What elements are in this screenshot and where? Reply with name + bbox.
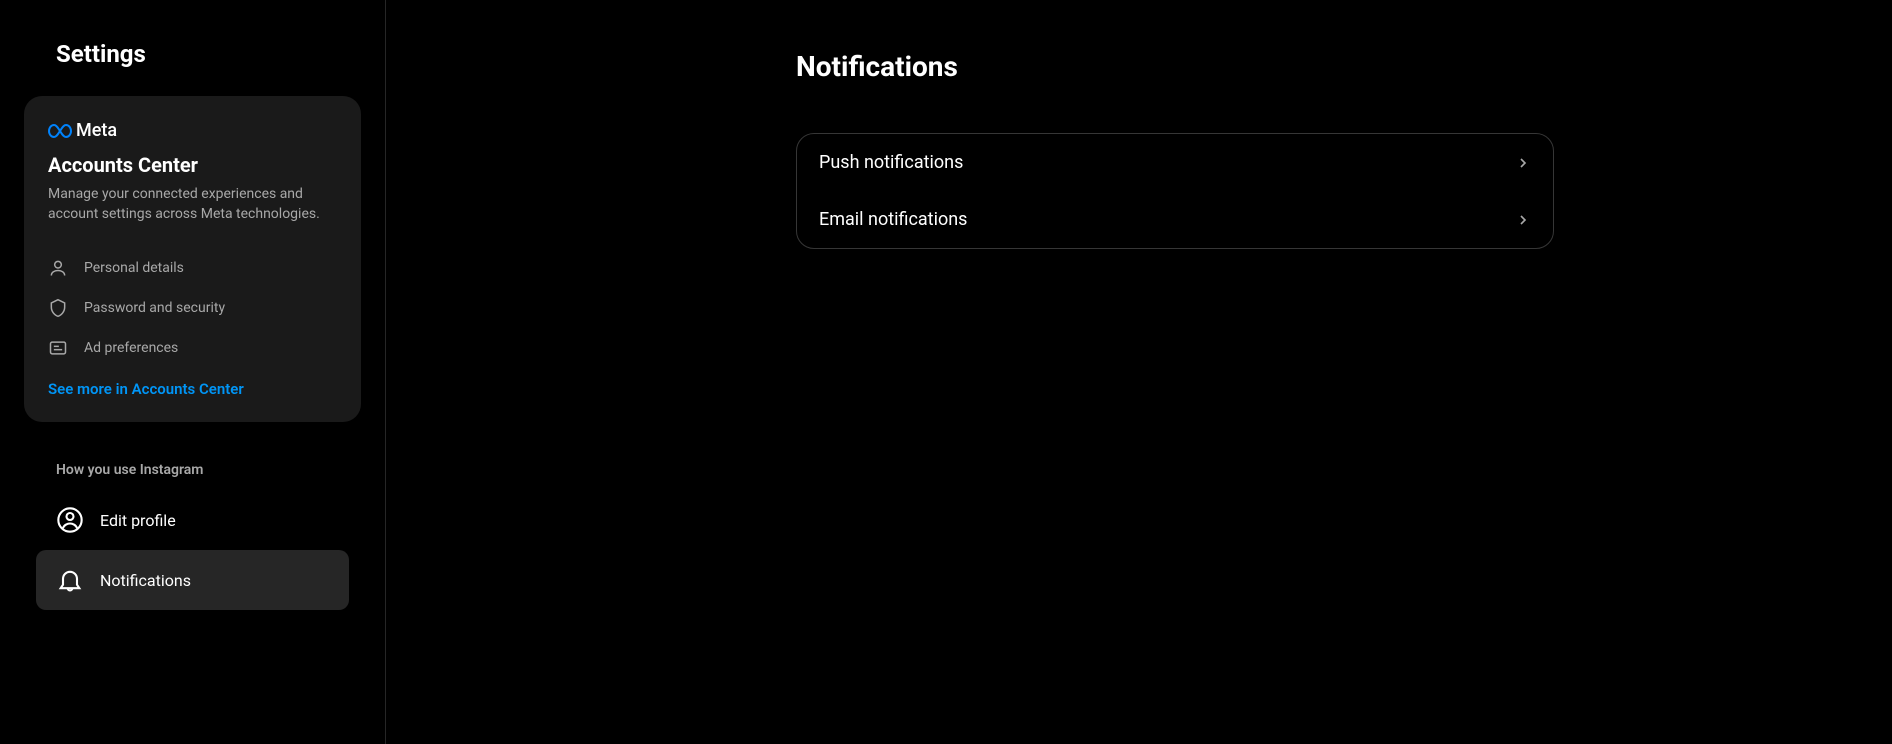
section-header-how-you-use: How you use Instagram: [24, 446, 361, 490]
notifications-options-card: Push notifications Email notifications: [796, 133, 1554, 249]
ad-icon: [48, 338, 68, 358]
push-notifications-row[interactable]: Push notifications: [797, 134, 1553, 191]
password-security-label: Password and security: [84, 300, 225, 316]
page-title: Notifications: [796, 50, 1554, 83]
personal-details-link[interactable]: Personal details: [48, 248, 337, 288]
settings-sidebar: Settings Meta Accounts Center Manage you…: [0, 0, 386, 744]
person-icon: [48, 258, 68, 278]
chevron-right-icon: [1515, 155, 1531, 171]
nav-edit-profile-label: Edit profile: [100, 511, 176, 530]
ad-preferences-label: Ad preferences: [84, 340, 178, 356]
meta-logo: Meta: [48, 120, 337, 141]
ad-preferences-link[interactable]: Ad preferences: [48, 328, 337, 368]
bell-icon: [56, 566, 84, 594]
chevron-right-icon: [1515, 212, 1531, 228]
nav-edit-profile[interactable]: Edit profile: [36, 490, 349, 550]
profile-circle-icon: [56, 506, 84, 534]
nav-notifications-label: Notifications: [100, 571, 191, 590]
email-notifications-row[interactable]: Email notifications: [797, 191, 1553, 248]
nav-notifications[interactable]: Notifications: [36, 550, 349, 610]
password-security-link[interactable]: Password and security: [48, 288, 337, 328]
meta-infinity-icon: [48, 123, 72, 139]
email-notifications-label: Email notifications: [819, 209, 967, 230]
accounts-center-title: Accounts Center: [48, 153, 337, 177]
shield-icon: [48, 298, 68, 318]
main-content: Notifications Push notifications Email n…: [386, 0, 1892, 744]
settings-title: Settings: [24, 40, 361, 68]
personal-details-label: Personal details: [84, 260, 184, 276]
push-notifications-label: Push notifications: [819, 152, 963, 173]
accounts-center-description: Manage your connected experiences and ac…: [48, 185, 337, 224]
accounts-center-card: Meta Accounts Center Manage your connect…: [24, 96, 361, 422]
meta-brand-text: Meta: [76, 120, 117, 141]
see-more-accounts-center-link[interactable]: See more in Accounts Center: [48, 380, 337, 398]
